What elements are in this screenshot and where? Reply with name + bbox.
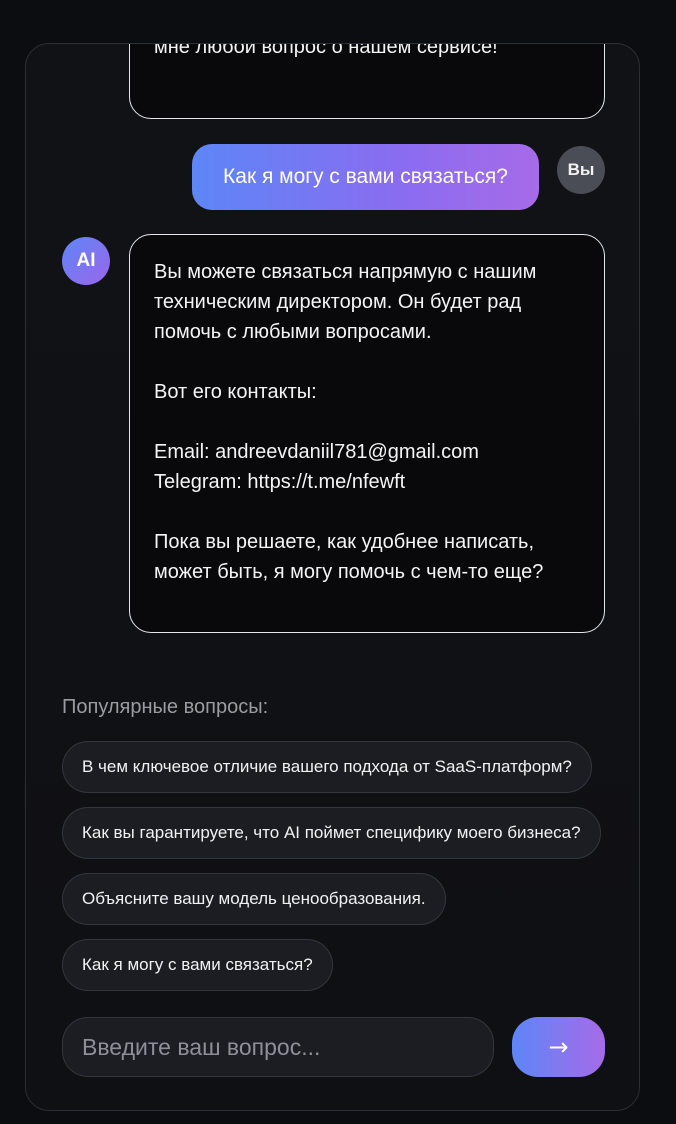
popular-question-chip[interactable]: Как вы гарантируете, что AI поймет специ… xyxy=(62,807,601,859)
user-avatar-label: Вы xyxy=(567,160,595,179)
chat-panel: мне любой вопрос о нашем сервисе! Как я … xyxy=(25,43,640,1111)
popular-questions-title: Популярные вопросы: xyxy=(62,696,269,718)
popular-question-chip[interactable]: Как я могу с вами связаться? xyxy=(62,939,333,991)
user-message-text: Как я могу с вами связаться? xyxy=(223,165,508,188)
ai-avatar: AI xyxy=(62,237,110,285)
question-input[interactable] xyxy=(62,1017,494,1077)
user-message-bubble: Как я могу с вами связаться? xyxy=(192,144,539,210)
arrow-right-icon: → xyxy=(548,1033,569,1061)
popular-question-chip[interactable]: Объясните вашу модель ценообразования. xyxy=(62,873,446,925)
bot-message-previous: мне любой вопрос о нашем сервисе! xyxy=(129,43,605,119)
bot-message-previous-text: мне любой вопрос о нашем сервисе! xyxy=(154,43,498,58)
popular-question-chip[interactable]: В чем ключевое отличие вашего подхода от… xyxy=(62,741,592,793)
user-avatar: Вы xyxy=(557,146,605,194)
bot-message-reply: Вы можете связаться напрямую с нашим тех… xyxy=(129,234,605,633)
ai-avatar-label: AI xyxy=(76,250,96,271)
send-button[interactable]: → xyxy=(512,1017,605,1077)
